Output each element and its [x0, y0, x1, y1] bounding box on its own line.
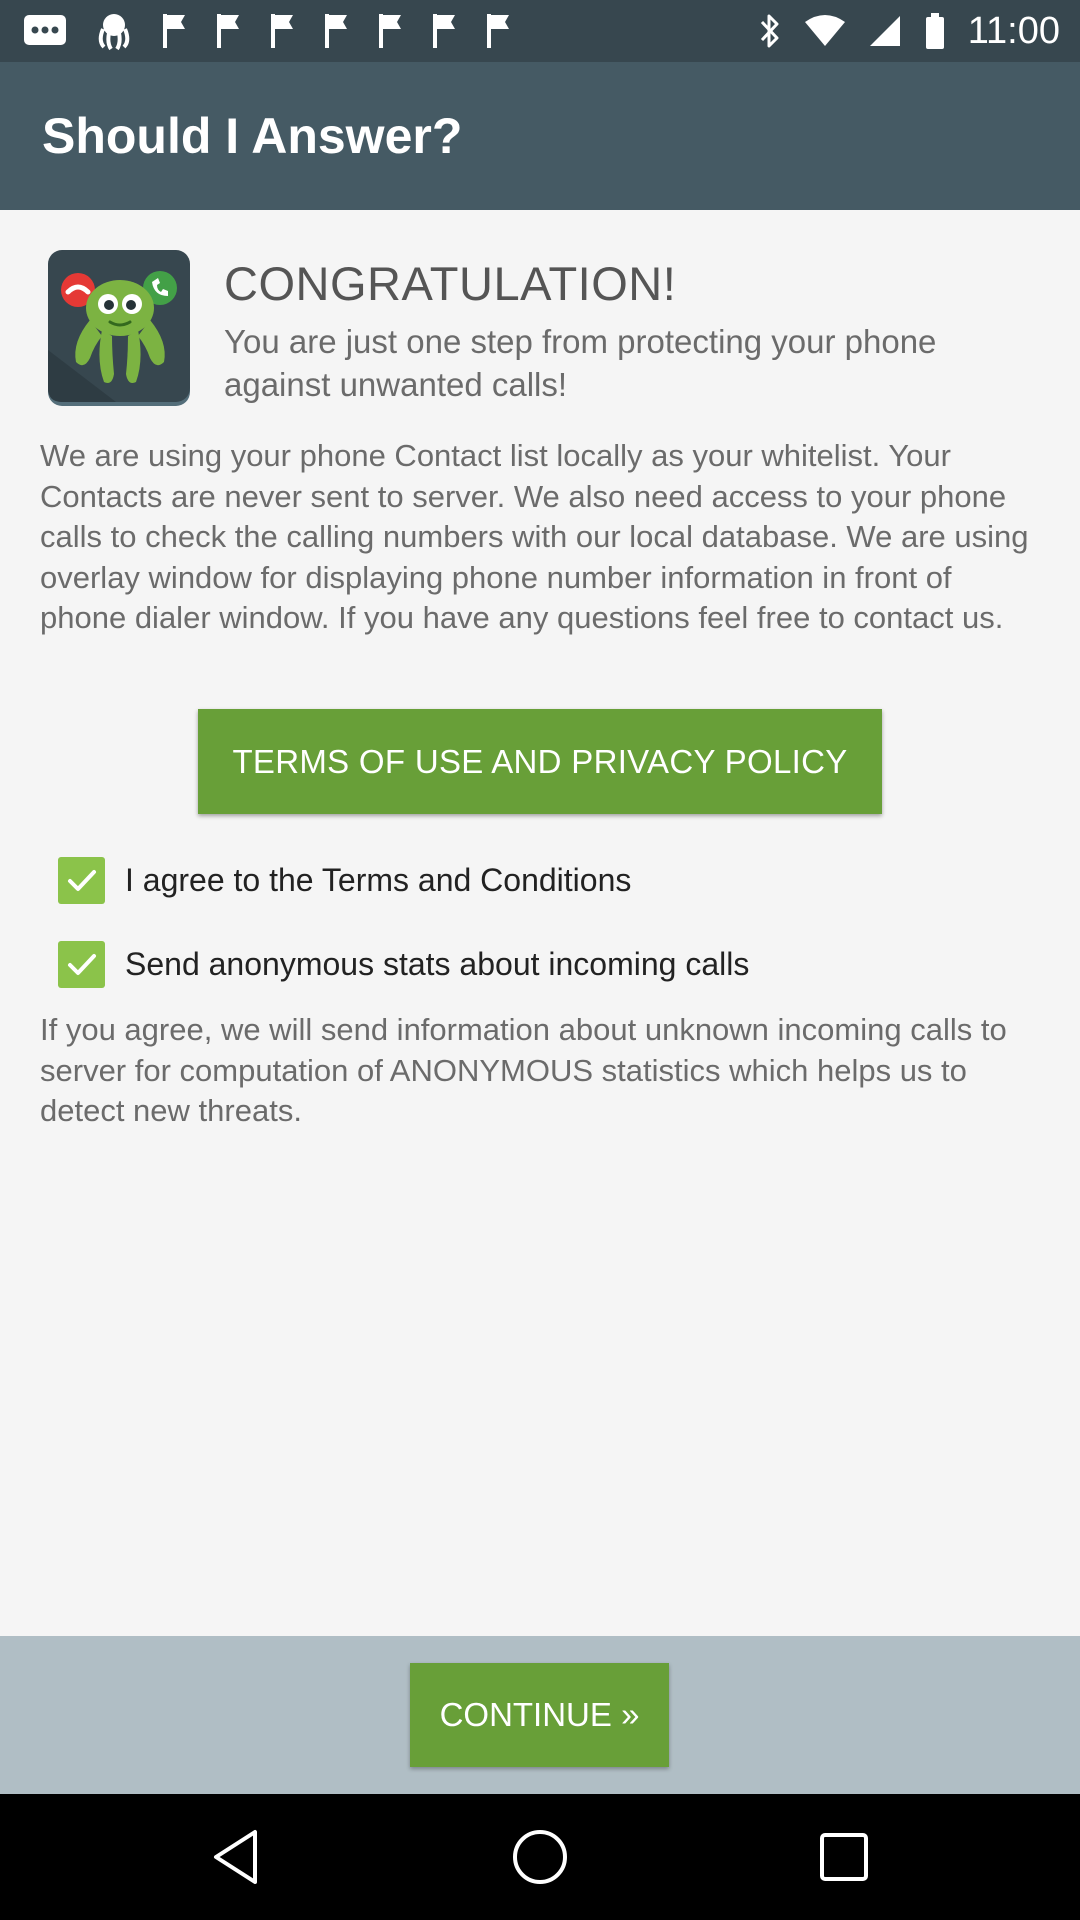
agree-terms-checkbox[interactable]: [58, 857, 105, 904]
main-content: CONGRATULATION! You are just one step fr…: [0, 210, 1080, 1636]
flag-icon: [214, 12, 242, 50]
system-status-icons: 11:00: [758, 10, 1060, 52]
octopus-app-icon: [94, 11, 134, 51]
home-circle-icon: [513, 1830, 567, 1884]
checkmark-icon: [67, 869, 96, 891]
flag-icon: [376, 12, 404, 50]
continue-button[interactable]: CONTINUE »: [410, 1663, 669, 1767]
flag-icon: [484, 12, 512, 50]
recents-square-icon: [820, 1833, 868, 1881]
footer-bar: CONTINUE »: [0, 1636, 1080, 1794]
app-bar: Should I Answer?: [0, 62, 1080, 210]
privacy-intro-text: We are using your phone Contact list loc…: [40, 438, 1029, 635]
battery-icon: [924, 12, 946, 50]
notification-icons: [22, 10, 512, 52]
flag-icon: [322, 12, 350, 50]
back-nav-button[interactable]: [204, 1825, 268, 1889]
navigation-bar: [0, 1794, 1080, 1920]
agree-terms-label: I agree to the Terms and Conditions: [125, 862, 632, 898]
signal-icon: [868, 14, 902, 48]
app-logo-icon: [46, 250, 192, 407]
anonymous-stats-checkbox-row[interactable]: Send anonymous stats about incoming call…: [58, 941, 749, 988]
agree-terms-checkbox-row[interactable]: I agree to the Terms and Conditions: [58, 857, 631, 904]
flag-icon: [430, 12, 458, 50]
congratulation-subtitle: You are just one step from protecting yo…: [224, 323, 937, 403]
message-icon: [22, 13, 68, 49]
recents-nav-button[interactable]: [812, 1825, 876, 1889]
home-nav-button[interactable]: [508, 1825, 572, 1889]
status-time: 11:00: [967, 9, 1060, 52]
flag-icon: [268, 12, 296, 50]
flag-icon: [160, 12, 188, 50]
checkmark-icon: [67, 953, 96, 975]
stats-info-text: If you agree, we will send information a…: [40, 1012, 1007, 1128]
back-triangle-icon: [214, 1830, 257, 1884]
anonymous-stats-label: Send anonymous stats about incoming call…: [125, 946, 750, 982]
anonymous-stats-checkbox[interactable]: [58, 941, 105, 988]
congratulation-title: CONGRATULATION!: [224, 257, 677, 310]
status-bar: 11:00: [0, 0, 1080, 62]
app-title: Should I Answer?: [42, 108, 463, 164]
terms-privacy-button[interactable]: TERMS OF USE AND PRIVACY POLICY: [198, 709, 882, 814]
wifi-icon: [804, 14, 846, 48]
bluetooth-icon: [758, 12, 782, 50]
